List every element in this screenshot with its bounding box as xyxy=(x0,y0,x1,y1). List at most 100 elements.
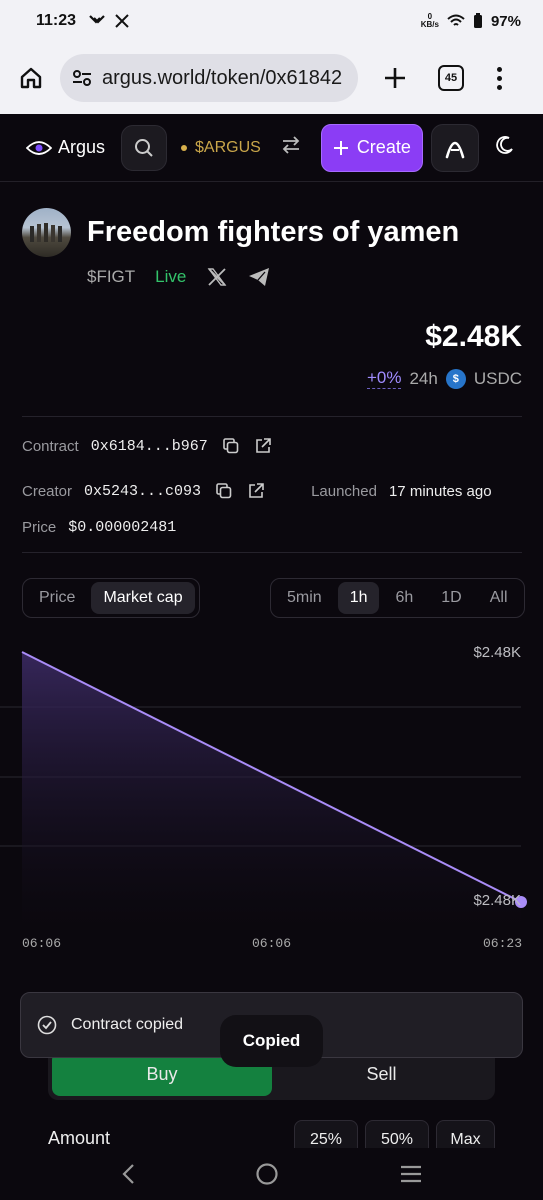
battery-icon xyxy=(473,13,482,28)
quote-currency: USDC xyxy=(473,368,522,388)
token-dot-icon xyxy=(181,144,188,151)
account-button[interactable] xyxy=(430,123,479,172)
brand-logo[interactable]: Argus xyxy=(26,137,105,158)
copy-contract-button[interactable] xyxy=(222,437,240,455)
copy-icon xyxy=(216,483,232,499)
token-ticker: $FIGT xyxy=(87,267,136,286)
address-bar[interactable]: argus.world/token/0x61842 xyxy=(60,54,358,102)
creator-address: 0x5243...c093 xyxy=(84,482,202,500)
chart-area xyxy=(22,652,521,930)
plus-icon xyxy=(385,68,405,88)
live-status: Live xyxy=(155,267,187,286)
change-percent: +0% xyxy=(366,368,402,389)
copied-tooltip: Copied xyxy=(220,1015,323,1067)
creator-row: Creator 0x5243...c093 Launched 17 minute… xyxy=(22,482,492,500)
contract-address: 0x6184...b967 xyxy=(90,437,208,455)
status-left-icons xyxy=(88,13,130,29)
x-logo-icon[interactable] xyxy=(206,266,228,288)
market-cap-value: $2.48K xyxy=(425,320,522,353)
creator-label: Creator xyxy=(22,482,73,500)
url-text: argus.world/token/0x61842 xyxy=(102,66,343,89)
telegram-icon[interactable] xyxy=(248,267,270,287)
chart-canvas xyxy=(0,651,527,930)
back-icon[interactable] xyxy=(120,1163,136,1185)
copy-icon xyxy=(222,438,239,454)
divider xyxy=(22,416,522,417)
external-link-icon xyxy=(249,483,264,498)
external-link-icon xyxy=(255,438,271,453)
price-change-row: +0% 24h $ USDC xyxy=(366,368,522,389)
create-button[interactable]: Create xyxy=(320,123,423,172)
x-tick-label: 06:06 xyxy=(252,936,292,951)
x-logo-icon xyxy=(115,14,129,28)
x-tick-label: 06:06 xyxy=(22,936,62,951)
search-button[interactable] xyxy=(121,124,168,171)
metric-toggle: Price Market cap xyxy=(22,578,200,618)
metric-market-cap-toggle[interactable]: Market cap xyxy=(91,582,195,614)
argus-token-link[interactable]: $ARGUS xyxy=(181,139,261,157)
market-cap-chart[interactable]: $2.48K $2.48K 06:06 06:06 06:23 xyxy=(0,630,543,960)
status-time: 11:23 xyxy=(36,12,77,29)
wifi-icon xyxy=(447,14,465,26)
token-avatar xyxy=(22,208,71,257)
y-tick-label: $2.48K xyxy=(473,892,521,909)
interval-5min[interactable]: 5min xyxy=(275,582,334,614)
interval-all[interactable]: All xyxy=(478,582,520,614)
contract-label: Contract xyxy=(22,437,79,455)
missed-call-icon xyxy=(89,15,105,24)
launched-label: Launched xyxy=(311,482,377,500)
new-tab-button[interactable] xyxy=(378,61,412,95)
app-header: Argus $ARGUS Create xyxy=(0,114,543,182)
open-contract-link[interactable] xyxy=(254,437,272,455)
system-nav-bar xyxy=(0,1148,543,1200)
browser-menu-button[interactable] xyxy=(494,66,504,90)
toast-message: Contract copied xyxy=(71,1016,184,1033)
status-bar: 11:23 0 KB/s 97% xyxy=(0,0,543,42)
account-logo-icon xyxy=(445,141,465,158)
interval-toggle: 5min 1h 6h 1D All xyxy=(270,578,525,618)
usdc-icon: $ xyxy=(445,368,466,389)
create-label: Create xyxy=(356,137,411,157)
interval-1h[interactable]: 1h xyxy=(337,582,380,614)
token-meta-row: $FIGT Live xyxy=(87,266,270,288)
swap-button[interactable] xyxy=(281,136,301,159)
home-button[interactable] xyxy=(14,61,48,95)
divider xyxy=(22,552,522,553)
argus-token-label: $ARGUS xyxy=(195,138,261,156)
check-circle-icon xyxy=(37,1015,57,1035)
token-image xyxy=(30,223,62,242)
argus-eye-icon xyxy=(26,140,52,155)
home-icon xyxy=(20,67,42,89)
price-row: Price $0.000002481 xyxy=(22,519,176,536)
search-icon xyxy=(135,138,153,157)
token-name: Freedom fighters of yamen xyxy=(87,216,460,248)
menu-dot-icon xyxy=(496,66,502,72)
price-value: $0.000002481 xyxy=(68,519,177,536)
contract-row: Contract 0x6184...b967 xyxy=(22,437,272,455)
status-right: 0 KB/s 97% xyxy=(421,13,521,30)
interval-1d[interactable]: 1D xyxy=(429,582,473,614)
moon-icon xyxy=(496,136,513,154)
menu-dot-icon xyxy=(496,84,502,90)
x-tick-label: 06:23 xyxy=(483,936,523,951)
tab-switcher-button[interactable]: 45 xyxy=(438,65,464,91)
y-tick-label: $2.48K xyxy=(473,644,521,661)
change-period: 24h xyxy=(409,368,438,388)
theme-toggle-button[interactable] xyxy=(495,135,515,160)
plus-icon xyxy=(333,140,348,155)
swap-arrows-icon xyxy=(282,136,300,154)
brand-name: Argus xyxy=(58,137,106,157)
metric-price-toggle[interactable]: Price xyxy=(27,582,87,614)
launched-value: 17 minutes ago xyxy=(388,482,492,500)
price-label: Price xyxy=(22,519,57,536)
home-circle-icon[interactable] xyxy=(255,1162,279,1186)
battery-level: 97% xyxy=(490,12,521,30)
copy-creator-button[interactable] xyxy=(215,482,233,500)
open-creator-link[interactable] xyxy=(247,482,265,500)
amount-label: Amount xyxy=(48,1128,111,1148)
menu-dot-icon xyxy=(496,75,502,81)
interval-6h[interactable]: 6h xyxy=(383,582,425,614)
net-speed: 0 KB/s xyxy=(420,12,439,29)
site-settings-icon[interactable] xyxy=(72,69,92,87)
recents-icon[interactable] xyxy=(399,1164,423,1184)
